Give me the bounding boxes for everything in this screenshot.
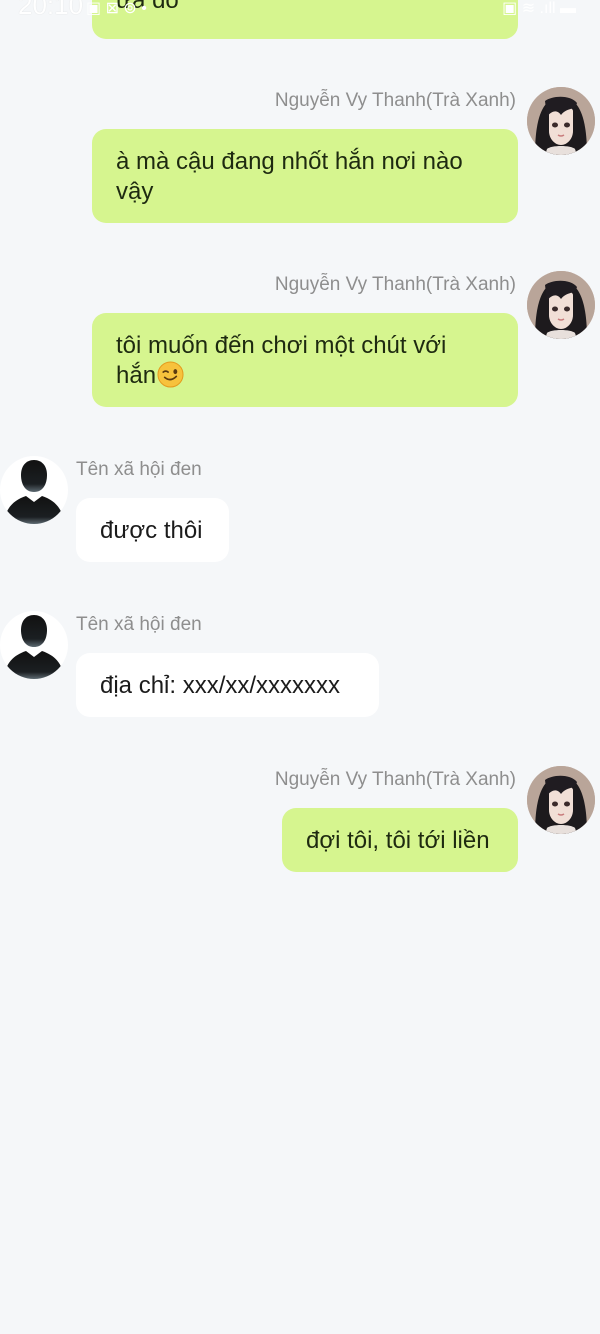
message-bubble-outgoing[interactable]: đợi tôi, tôi tới liền xyxy=(282,808,518,872)
wink-emoji-icon xyxy=(157,361,184,388)
sender-avatar-icon[interactable] xyxy=(527,271,595,339)
chat-thread[interactable]: ừa đó Nguyễn Vy Thanh(Trà Xanh) à mà cậu… xyxy=(0,0,600,1334)
sender-name: Tên xã hội đen xyxy=(76,459,202,480)
sender-name: Tên xã hội đen xyxy=(76,614,202,635)
message-bubble-incoming[interactable]: địa chỉ: xxx/xx/xxxxxxx xyxy=(76,653,379,717)
sender-name: Nguyễn Vy Thanh(Trà Xanh) xyxy=(274,769,516,790)
notification-icons: ▣ ⊠ ⊚ • xyxy=(86,0,147,17)
sender-avatar-icon[interactable] xyxy=(527,87,595,155)
status-time: 20:10 xyxy=(18,0,84,20)
message-text: đợi tôi, tôi tới liền xyxy=(306,827,490,854)
sender-name: Nguyễn Vy Thanh(Trà Xanh) xyxy=(274,90,516,111)
message-text: hắn xyxy=(116,362,157,389)
message-text-line: à mà cậu đang nhốt hắn nơi nào xyxy=(116,148,463,175)
message-text-line: hắn xyxy=(116,361,494,391)
sender-name: Nguyễn Vy Thanh(Trà Xanh) xyxy=(274,274,516,295)
message-text: địa chỉ: xxx/xx/xxxxxxx xyxy=(100,672,341,699)
message-text: được thôi xyxy=(100,517,203,544)
system-status-icons: ▣ ≋ .ıll ▬ xyxy=(502,0,576,17)
message-bubble-outgoing[interactable]: à mà cậu đang nhốt hắn nơi nào vậy xyxy=(92,129,518,223)
status-bar: 20:10 ▣ ⊠ ⊚ • ▣ ≋ .ıll ▬ xyxy=(0,0,600,22)
message-text-line: vậy xyxy=(116,178,154,205)
sender-avatar-icon[interactable] xyxy=(527,766,595,834)
message-bubble-incoming[interactable]: được thôi xyxy=(76,498,229,562)
contact-avatar-icon[interactable] xyxy=(0,611,68,679)
contact-avatar-icon[interactable] xyxy=(0,456,68,524)
message-bubble-outgoing[interactable]: tôi muốn đến chơi một chút với hắn xyxy=(92,313,518,407)
message-text-line: tôi muốn đến chơi một chút với xyxy=(116,332,447,359)
